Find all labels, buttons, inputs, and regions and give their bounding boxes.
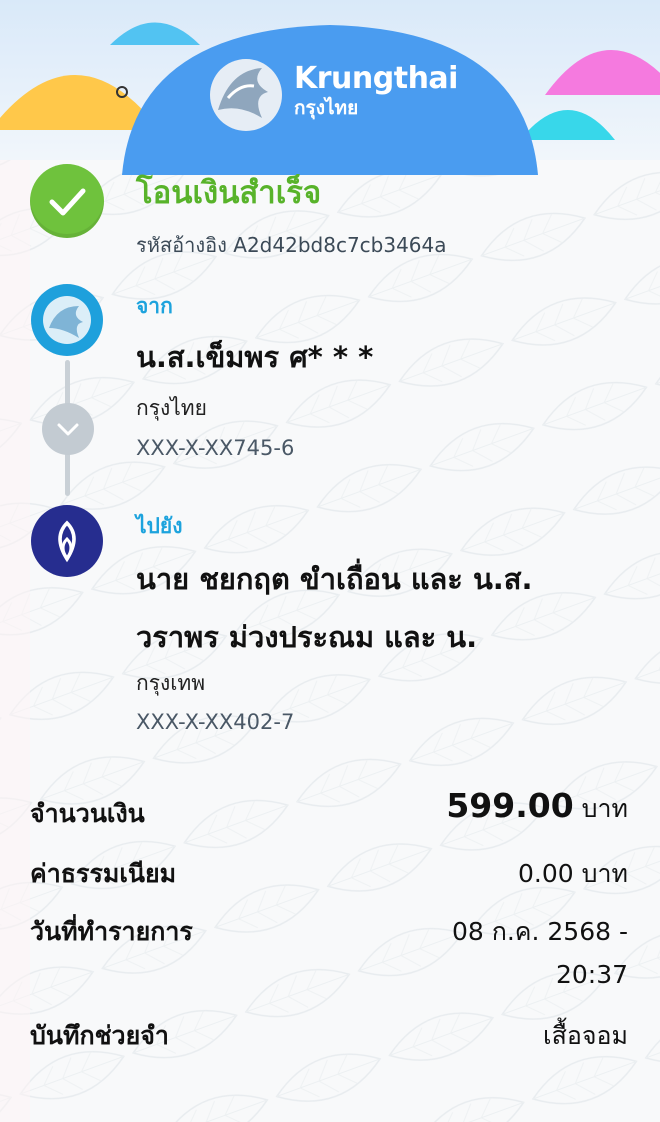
status-title: โอนเงินสำเร็จ — [136, 175, 322, 211]
amount-unit: บาท — [581, 794, 628, 823]
success-check-icon — [30, 164, 104, 238]
brand-name-en: Krungthai — [294, 61, 458, 96]
transaction-time-value: 20:37 — [555, 960, 628, 989]
brand-name-th: กรุงไทย — [294, 97, 359, 119]
recipient-name-line2: วราพร ม่วงประณม และ น. — [136, 620, 478, 654]
amount-number: 599.00 — [446, 786, 574, 825]
fee-value: 0.00 บาท — [518, 859, 628, 888]
brand-logo: Krungthai กรุงไทย — [294, 62, 458, 120]
sender-name: น.ส.เข็มพร ศ* * * — [136, 340, 374, 374]
amount-label: จำนวนเงิน — [30, 799, 145, 828]
transaction-date-label: วันที่ทำรายการ — [30, 917, 193, 946]
recipient-account: XXX-X-XX402-7 — [136, 710, 295, 734]
fee-label: ค่าธรรมเนียม — [30, 859, 177, 888]
bangkok-bank-icon — [31, 505, 103, 577]
recipient-label: ไปยัง — [136, 514, 183, 538]
memo-value: เสื้อจอม — [543, 1021, 628, 1050]
recipient-bank: กรุงเทพ — [136, 671, 206, 695]
sender-label: จาก — [136, 294, 173, 318]
memo-label: บันทึกช่วยจำ — [30, 1021, 169, 1050]
sender-account: XXX-X-XX745-6 — [136, 436, 295, 460]
reference-code: รหัสอ้างอิง A2d42bd8c7cb3464a — [136, 233, 447, 257]
recipient-name-line1: นาย ชยกฤต ขำเถื่อน และ น.ส. — [136, 562, 533, 596]
amount-value: 599.00 บาท — [446, 786, 628, 829]
transaction-date-value: 08 ก.ค. 2568 - — [451, 917, 628, 946]
chevron-down-icon — [42, 403, 94, 455]
sender-bank: กรุงไทย — [136, 396, 207, 420]
krungthai-bank-icon — [31, 284, 103, 356]
